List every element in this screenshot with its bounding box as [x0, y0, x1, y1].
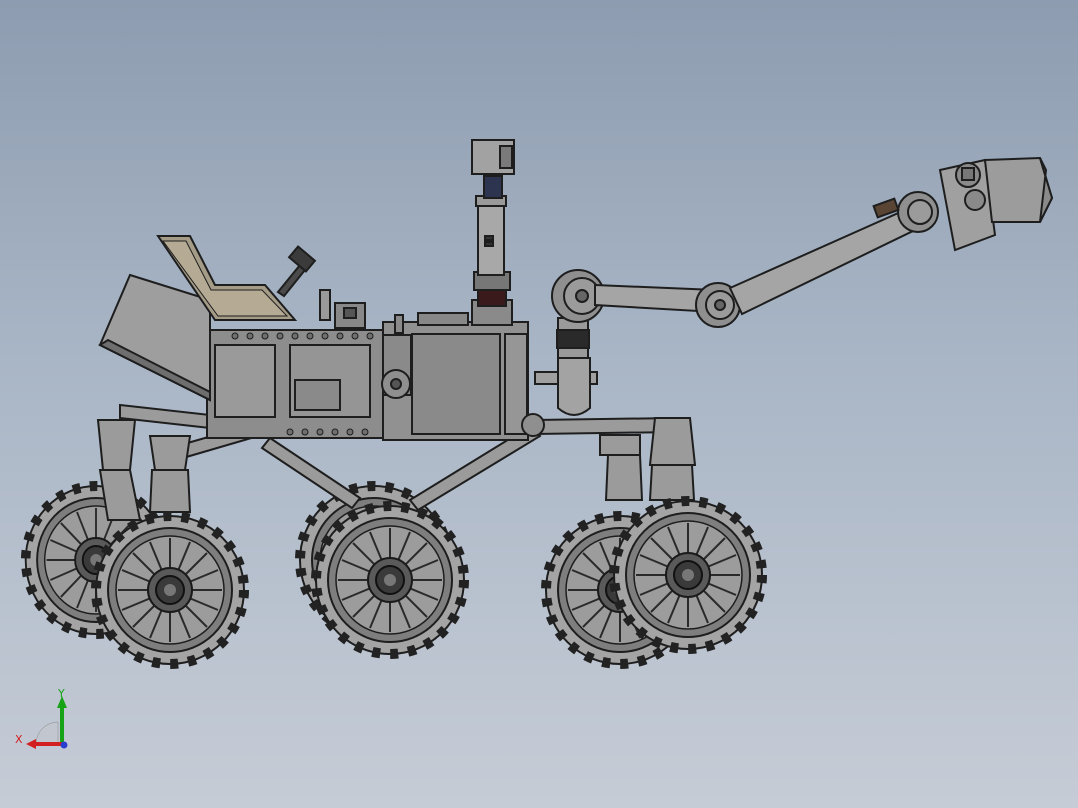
wheel-rear-right [96, 516, 244, 664]
robotic-arm [534, 156, 1054, 416]
rover-model[interactable] [0, 0, 1078, 808]
coordinate-triad: Y X [15, 687, 68, 749]
camera-mast [471, 139, 515, 326]
wheel-middle-front [316, 506, 464, 654]
x-axis-label: X [15, 733, 23, 746]
y-axis-label: Y [57, 687, 65, 700]
wheel-front-right [614, 501, 762, 649]
z-axis-dot [60, 741, 68, 749]
graphics-viewport[interactable]: Y X [0, 0, 1078, 808]
